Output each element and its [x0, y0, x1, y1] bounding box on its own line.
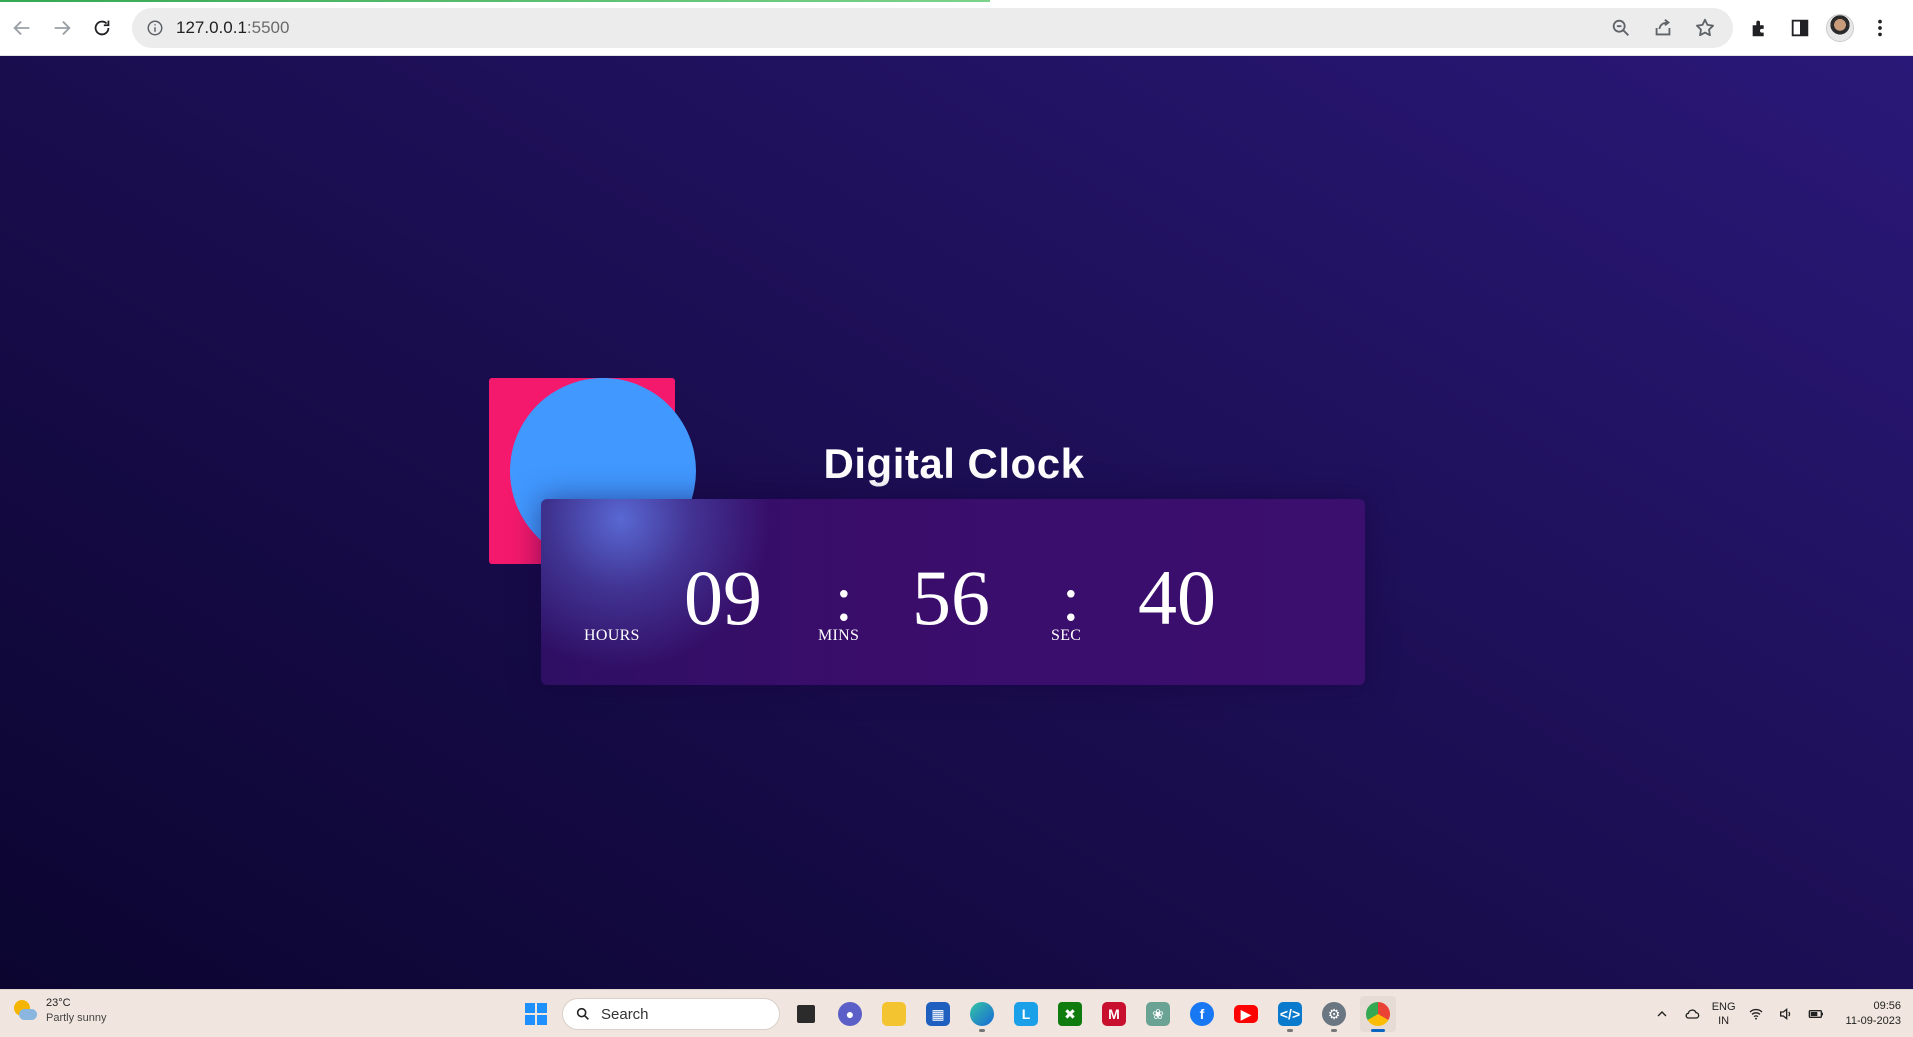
- menu-button[interactable]: [1862, 10, 1898, 46]
- battery-icon: [1808, 1010, 1823, 1018]
- taskbar-app-xbox[interactable]: ✖: [1052, 996, 1088, 1032]
- start-button[interactable]: [518, 996, 554, 1032]
- taskbar-app-file-explorer[interactable]: [876, 996, 912, 1032]
- search-label: Search: [601, 1005, 649, 1023]
- teams-chat-icon: ●: [838, 1002, 862, 1026]
- side-panel-icon: [1791, 19, 1809, 37]
- task-view-icon: [797, 1005, 815, 1023]
- windows-icon: [525, 1003, 547, 1025]
- taskbar-app-youtube[interactable]: ▶: [1228, 996, 1264, 1032]
- wifi-button[interactable]: [1746, 1004, 1766, 1024]
- arrow-right-icon: [54, 20, 71, 35]
- taskbar-app-teams[interactable]: ●: [832, 996, 868, 1032]
- page-title: Digital Clock: [823, 440, 1085, 487]
- chatgpt-icon: ❀: [1146, 1002, 1170, 1026]
- vscode-icon: </>: [1278, 1002, 1302, 1026]
- taskbar-app-l[interactable]: L: [1008, 996, 1044, 1032]
- taskbar: 23°C Partly sunny Search ● ▦ L ✖ M ❀ f ▶…: [0, 989, 1913, 1037]
- star-icon: [1696, 18, 1714, 37]
- chevron-up-icon: [1657, 1011, 1667, 1017]
- mcafee-icon: M: [1102, 1002, 1126, 1026]
- l-app-icon: L: [1014, 1002, 1038, 1026]
- bookmark-button[interactable]: [1687, 10, 1723, 46]
- separator-1: :: [835, 563, 853, 634]
- region-code: IN: [1718, 1015, 1730, 1027]
- extensions-button[interactable]: [1742, 10, 1778, 46]
- taskbar-app-store[interactable]: ▦: [920, 996, 956, 1032]
- taskbar-app-task-view[interactable]: [788, 996, 824, 1032]
- minutes-label: MINS: [818, 627, 860, 644]
- profile-button[interactable]: [1822, 10, 1858, 46]
- url-text[interactable]: 127.0.0.1:5500: [176, 18, 289, 38]
- language-indicator[interactable]: ENG IN: [1712, 1000, 1736, 1028]
- partly-sunny-icon: [12, 998, 38, 1024]
- taskbar-app-chatgpt[interactable]: ❀: [1140, 996, 1176, 1032]
- clock-panel: HOURS 09 : MINS 56 : SEC 40: [541, 499, 1365, 685]
- taskbar-app-chrome[interactable]: [1360, 996, 1396, 1032]
- facebook-icon: f: [1190, 1002, 1214, 1026]
- minutes-value: 56: [912, 554, 990, 641]
- system-clock[interactable]: 09:56 11-09-2023: [1846, 999, 1901, 1029]
- zoom-icon: [1612, 19, 1629, 36]
- browser-toolbar: 127.0.0.1:5500: [0, 0, 1913, 56]
- seconds-label: SEC: [1051, 627, 1082, 644]
- wifi-icon: [1749, 1008, 1763, 1020]
- onedrive-button[interactable]: [1682, 1004, 1702, 1024]
- taskbar-app-vscode[interactable]: </>: [1272, 996, 1308, 1032]
- folder-icon: [882, 1002, 906, 1026]
- share-button[interactable]: [1645, 10, 1681, 46]
- youtube-icon: ▶: [1234, 1005, 1258, 1023]
- gear-icon: ⚙: [1322, 1002, 1346, 1026]
- show-hidden-icons-button[interactable]: [1652, 1004, 1672, 1024]
- volume-button[interactable]: [1776, 1004, 1796, 1024]
- edge-icon: [970, 1002, 994, 1026]
- reload-icon: [94, 20, 110, 35]
- taskbar-app-settings[interactable]: ⚙: [1316, 996, 1352, 1032]
- avatar: [1826, 14, 1854, 42]
- url-host: 127.0.0.1: [176, 18, 247, 37]
- store-icon: ▦: [926, 1002, 950, 1026]
- reload-button[interactable]: [84, 10, 120, 46]
- language-code: ENG: [1711, 1001, 1736, 1013]
- hours-label: HOURS: [584, 627, 640, 644]
- forward-button[interactable]: [44, 10, 80, 46]
- url-port: :5500: [246, 18, 290, 37]
- weather-condition: Partly sunny: [46, 1012, 107, 1024]
- cloud-icon: [1685, 1009, 1699, 1019]
- system-time: 09:56: [1873, 1000, 1901, 1012]
- kebab-menu-icon: [1878, 19, 1882, 37]
- taskbar-app-edge[interactable]: [964, 996, 1000, 1032]
- back-button[interactable]: [4, 10, 40, 46]
- address-bar[interactable]: 127.0.0.1:5500: [132, 8, 1733, 48]
- weather-temperature: 23°C: [46, 997, 71, 1009]
- side-panel-button[interactable]: [1782, 10, 1818, 46]
- page-viewport: Digital Clock HOURS 09 : MINS 56 : SEC 4…: [0, 56, 1913, 989]
- battery-button[interactable]: [1806, 1004, 1826, 1024]
- site-info-icon[interactable]: [146, 18, 166, 38]
- xbox-icon: ✖: [1058, 1002, 1082, 1026]
- taskbar-search[interactable]: Search: [562, 998, 780, 1030]
- system-date: 11-09-2023: [1845, 1015, 1901, 1027]
- share-icon: [1655, 19, 1671, 36]
- zoom-button[interactable]: [1603, 10, 1639, 46]
- taskbar-app-facebook[interactable]: f: [1184, 996, 1220, 1032]
- taskbar-app-mcafee[interactable]: M: [1096, 996, 1132, 1032]
- page-load-progress: [0, 0, 990, 2]
- weather-widget[interactable]: 23°C Partly sunny: [12, 996, 107, 1026]
- arrow-left-icon: [13, 20, 30, 35]
- speaker-icon: [1779, 1007, 1790, 1021]
- search-icon: [576, 1007, 589, 1020]
- separator-2: :: [1062, 563, 1080, 634]
- hours-value: 09: [684, 554, 762, 641]
- seconds-value: 40: [1138, 554, 1216, 641]
- chrome-icon: [1366, 1002, 1390, 1026]
- puzzle-icon: [1752, 20, 1764, 37]
